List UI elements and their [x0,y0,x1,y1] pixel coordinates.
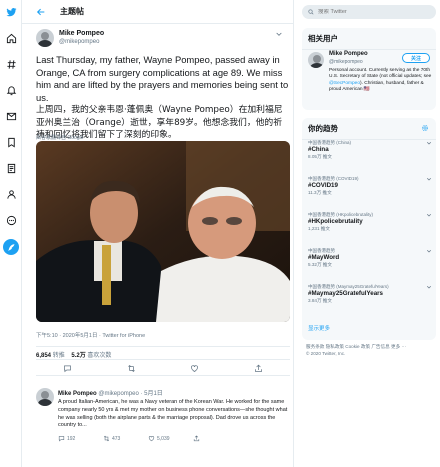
retweet-count[interactable]: 6,854 [36,353,51,359]
reply-retweet-count: 473 [112,435,121,442]
reply-reply-count: 192 [67,435,76,442]
trend-name[interactable]: #MayWord [308,254,432,262]
lists-icon[interactable] [5,162,17,174]
twitter-logo-icon[interactable] [5,6,17,18]
tweet-actions [36,362,290,376]
footer: 服务条款 隐私政策 Cookie 政策 广告信息 更多 ··· © 2020 T… [306,343,434,357]
chevron-down-icon[interactable] [426,140,432,146]
explore-hashtag-icon[interactable] [5,58,17,70]
reply-icon [58,436,65,442]
reply-share-button[interactable] [193,435,238,442]
chevron-down-icon[interactable] [426,176,432,182]
trend-name[interactable]: #China [308,146,432,154]
share-icon [193,435,200,442]
retweet-icon [103,435,110,442]
page-title: 主题帖 [60,7,84,16]
like-heart-icon[interactable] [190,364,199,373]
bookmarks-icon[interactable] [5,136,17,148]
messages-envelope-icon[interactable] [5,110,17,122]
tweet-author[interactable]: Mike Pompeo @mikepompeo [36,29,104,47]
main-header: 主题帖 [22,0,293,24]
trend-item[interactable]: 中国香港趋势 (HKpolicebrutality) #HKpolicebrut… [308,212,432,232]
related-user-name[interactable]: Mike Pompeo [329,51,368,57]
chevron-down-icon[interactable] [426,212,432,218]
feather-icon [7,243,14,251]
right-sidebar: 相关用户 Mike Pompeo @mikepompeo 关注 Personal… [296,0,440,467]
reply-text: A proud Italian-American, he was a Navy … [58,399,288,429]
retweet-icon[interactable] [127,364,136,373]
trend-item[interactable]: 中国香港趋势 (COVID19) #COVID19 11.3万 推文 [308,176,432,196]
more-options-icon[interactable] [5,214,17,226]
chevron-down-icon[interactable] [426,248,432,254]
related-user-handle[interactable]: @mikepompeo [329,59,363,65]
follow-button[interactable]: 关注 [402,53,430,63]
compose-tweet-button[interactable] [3,239,19,255]
translation-attribution[interactable]: 由谷歌翻译自 Google [36,134,84,141]
related-user-bio: Personal account. Currently serving as t… [329,68,433,93]
notifications-bell-icon[interactable] [5,84,17,96]
reply-retweet-button[interactable]: 473 [103,435,148,442]
like-heart-icon [148,436,155,442]
author-name[interactable]: Mike Pompeo [59,29,104,38]
reply-actions: 192 473 5,039 [58,435,290,442]
back-arrow-icon[interactable] [36,7,46,17]
trend-name[interactable]: #HKpolicebrutality [308,218,432,226]
search-bar[interactable] [302,5,436,19]
reply-like-button[interactable]: 5,039 [148,435,193,442]
left-nav [0,0,22,467]
home-icon[interactable] [5,32,17,44]
search-icon [308,9,314,15]
show-more-link[interactable]: 显示更多 [308,324,330,332]
trend-item[interactable]: 中国香港趋势 (Maymay25GratefulYears) #Maymay25… [308,284,432,304]
bio-mention-link[interactable]: @SecPompeo [329,81,360,86]
reply-author-handle[interactable]: @mikepompeo · 5月1日 [98,391,162,397]
trend-name[interactable]: #COVID19 [308,182,432,190]
profile-icon[interactable] [5,188,17,200]
search-input[interactable] [318,9,428,15]
photo-two-men-icon [36,141,290,322]
share-icon[interactable] [254,364,263,373]
reply-reply-button[interactable]: 192 [58,435,103,442]
trends-panel: 你的趋势 中国香港趋势 (China) #China 8.05万 推文 中国香港… [302,118,436,340]
trend-item[interactable]: 中国香港趋势 #MayWord 5.32万 推文 [308,248,432,268]
chevron-down-icon[interactable] [275,30,283,38]
like-label[interactable]: 喜欢次数 [87,353,111,359]
reply-avatar[interactable] [36,388,54,406]
retweet-label[interactable]: 转推 [53,353,65,359]
trend-count: 8.05万 推文 [308,154,332,159]
footer-links[interactable]: 服务条款 隐私政策 Cookie 政策 广告信息 更多 ··· [306,343,434,350]
reply-author-name[interactable]: Mike Pompeo [58,391,97,397]
tweet-timestamp[interactable]: 下午5:10 · 2020年5月1日 · Twitter for iPhone [36,331,145,339]
tweet-photo[interactable] [36,141,290,322]
author-handle[interactable]: @mikepompeo [59,38,104,47]
avatar[interactable] [36,29,54,47]
like-count[interactable]: 5.2万 [71,353,85,359]
reply-icon[interactable] [63,364,72,373]
trend-count: 5.32万 推文 [308,262,332,267]
tweet-text-english: Last Thursday, my father, Wayne Pompeo, … [36,54,289,103]
footer-copyright: © 2020 Twitter, Inc. [306,351,346,356]
trend-count: 11.3万 推文 [308,190,332,195]
related-users-panel: 相关用户 Mike Pompeo @mikepompeo 关注 Personal… [302,28,436,110]
bio-text-start: Personal account. Currently serving as t… [329,68,432,80]
reply-like-count: 5,039 [157,435,170,442]
trend-item[interactable]: 中国香港趋势 (China) #China 8.05万 推文 [308,140,432,160]
trend-count: 1,231 推文 [308,226,330,231]
related-users-title: 相关用户 [302,28,436,50]
tweet-stats: 6,854 转推 5.2万 喜欢次数 [36,346,290,360]
related-avatar[interactable] [308,52,324,68]
trends-title: 你的趋势 [302,118,436,140]
trend-count: 3.84万 推文 [308,298,332,303]
chevron-down-icon[interactable] [426,284,432,290]
main-column: 主题帖 Mike Pompeo @mikepompeo Last Thursda… [22,0,294,467]
trend-name[interactable]: #Maymay25GratefulYears [308,290,432,298]
gear-icon[interactable] [421,124,429,132]
